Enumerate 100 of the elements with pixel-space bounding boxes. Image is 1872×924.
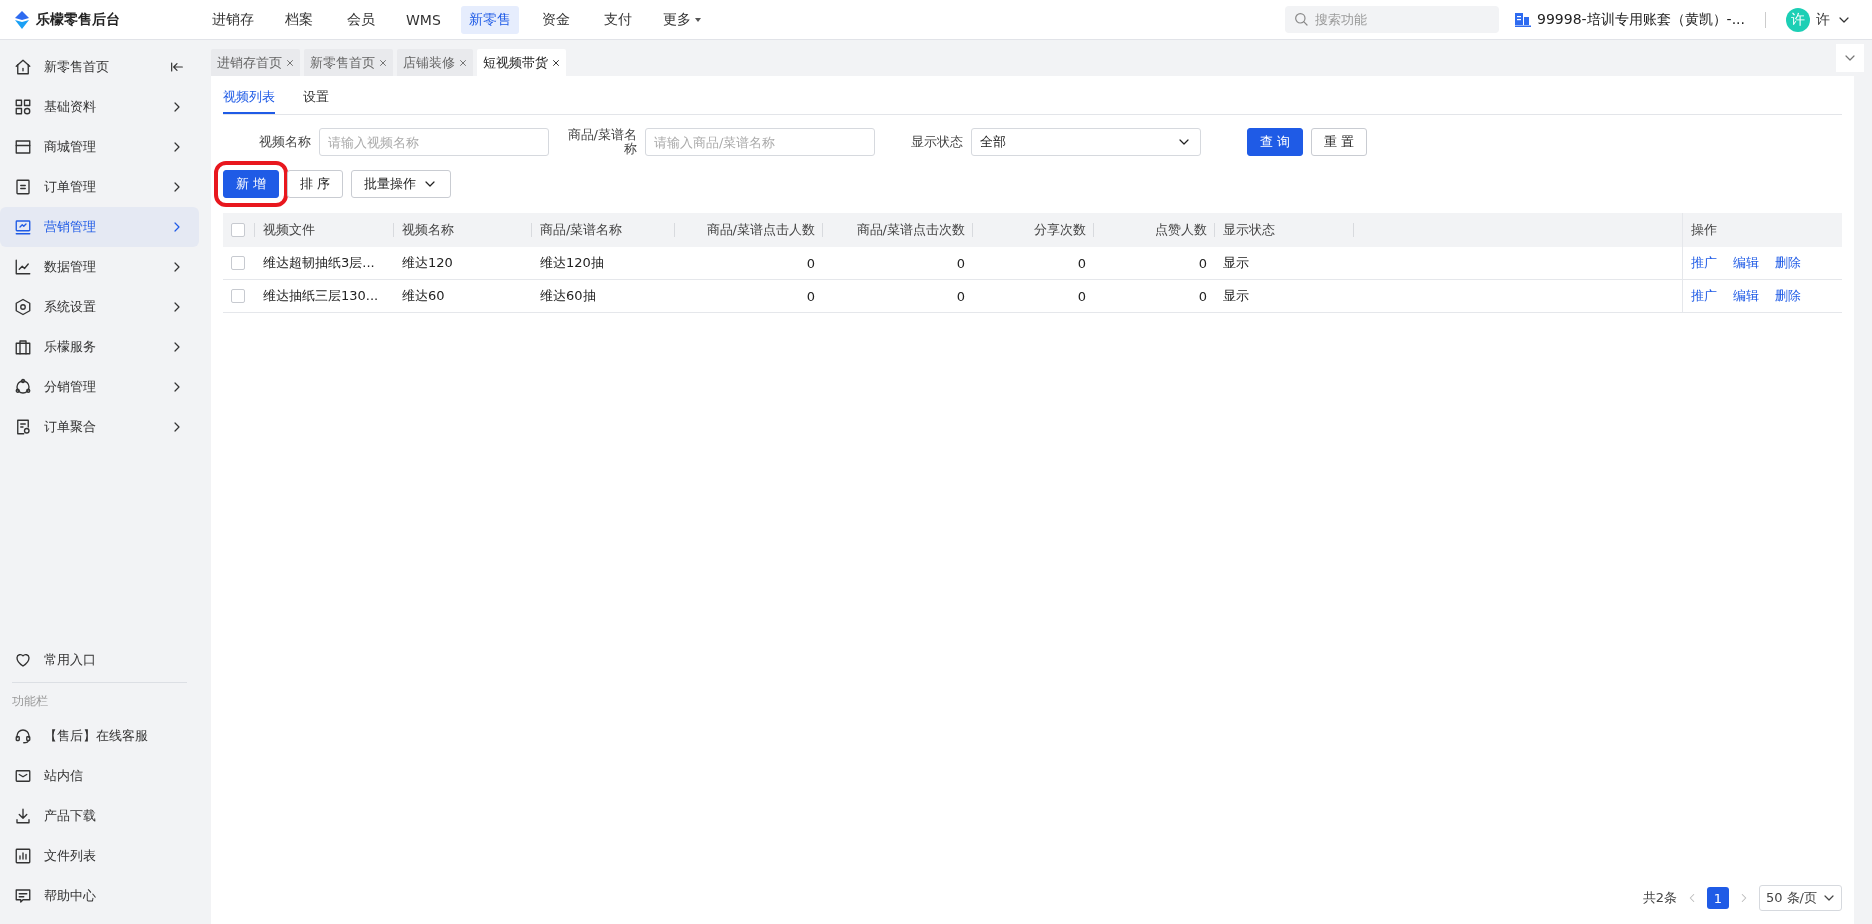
sidebar-item[interactable]: 乐檬服务 [0, 327, 199, 367]
sidebar-tool[interactable]: 站内信 [0, 756, 199, 796]
nav-tab[interactable]: 会员 [336, 5, 386, 34]
page-tab[interactable]: 店铺装修 [397, 49, 473, 76]
sidebar-item[interactable]: 订单聚合 [0, 407, 199, 447]
logo-icon [14, 10, 30, 29]
sidebar-tool[interactable]: 产品下载 [0, 796, 199, 836]
row-checkbox[interactable] [231, 256, 245, 270]
status-select[interactable]: 全部 [971, 128, 1201, 156]
table-cell: 维达120抽 [540, 254, 604, 272]
page-tab[interactable]: 新零售首页 [304, 49, 393, 76]
filter-input[interactable]: 请输入视频名称 [319, 128, 549, 156]
action-link[interactable]: 删除 [1775, 287, 1801, 305]
page-button[interactable]: 1 [1706, 887, 1729, 909]
shop-icon [14, 138, 32, 156]
column-header: 视频名称 [402, 221, 454, 239]
monitor-icon [14, 218, 32, 236]
total-count: 共2条 [1642, 889, 1677, 907]
page-tab[interactable]: 进销存首页 [211, 49, 300, 76]
document-gear-icon [14, 418, 32, 436]
grid-icon [14, 98, 32, 116]
select-all-checkbox[interactable] [231, 223, 245, 237]
house-icon [14, 58, 32, 76]
table-cell: 维达抽纸三层130... [263, 287, 379, 305]
nav-tab[interactable]: 支付 [592, 5, 643, 34]
batch-button[interactable]: 批量操作 [351, 170, 452, 198]
headset-icon [14, 727, 32, 745]
sub-tab[interactable]: 设置 [303, 88, 329, 114]
column-header: 商品/菜谱点击人数 [706, 221, 815, 239]
sidebar-tool[interactable]: 帮助中心 [0, 876, 199, 916]
column-header: 点赞人数 [1155, 221, 1207, 239]
mail-icon [14, 767, 32, 785]
reset-button[interactable]: 重 置 [1311, 128, 1368, 156]
action-link[interactable]: 删除 [1775, 254, 1801, 272]
nav-tab[interactable]: 新零售 [460, 5, 519, 34]
heart-icon [14, 651, 32, 669]
filter-label: 显示状态 [910, 134, 964, 150]
section-title: 功能栏 [11, 693, 49, 710]
page-tab[interactable]: 短视频带货 [477, 49, 566, 76]
sort-button[interactable]: 排 序 [287, 170, 344, 198]
bar-chart-icon [14, 847, 32, 865]
nav-tab[interactable]: 档案 [274, 5, 324, 34]
table-cell: 维达120 [402, 254, 453, 272]
action-link[interactable]: 推广 [1691, 254, 1717, 272]
row-checkbox[interactable] [231, 289, 245, 303]
table-cell: 0 [1198, 255, 1207, 271]
book-icon [1515, 12, 1531, 27]
briefcase-icon [14, 338, 32, 356]
sidebar-item[interactable]: 营销管理 [0, 207, 199, 247]
filter-label: 商品/菜谱名称 [566, 127, 638, 157]
user-name[interactable]: 许 [1816, 10, 1830, 29]
tabs-menu-button[interactable] [1836, 44, 1864, 72]
column-header: 显示状态 [1223, 221, 1275, 239]
table-cell: 0 [1077, 288, 1086, 304]
search-field[interactable]: 搜索功能 [1285, 6, 1499, 33]
table-cell: 维达60 [402, 287, 445, 305]
account-name[interactable]: 99998-培训专用账套（黄凯）-... [1537, 10, 1745, 29]
more-menu[interactable]: 更多 [654, 5, 711, 34]
line-chart-icon [14, 258, 32, 276]
filter-label: 视频名称 [258, 134, 312, 150]
column-header: 分享次数 [1034, 221, 1086, 239]
sidebar-item[interactable]: 订单管理 [0, 167, 199, 207]
table-cell: 维达超韧抽纸3层... [263, 254, 375, 272]
collapse-icon [169, 59, 185, 75]
sidebar-item[interactable]: 商城管理 [0, 127, 199, 167]
column-header: 商品/菜谱名称 [540, 221, 623, 239]
nav-tab[interactable]: 进销存 [204, 5, 262, 34]
column-header: 视频文件 [263, 221, 315, 239]
table-cell: 0 [806, 288, 815, 304]
action-link[interactable]: 编辑 [1733, 254, 1759, 272]
sidebar-tool[interactable]: 文件列表 [0, 836, 199, 876]
table-cell: 显示 [1223, 287, 1249, 305]
column-header: 操作 [1691, 221, 1717, 239]
action-link[interactable]: 编辑 [1733, 287, 1759, 305]
table-cell: 显示 [1223, 254, 1249, 272]
table-cell: 0 [956, 288, 965, 304]
table-cell: 0 [1198, 288, 1207, 304]
download-icon [14, 807, 32, 825]
app-title: 乐檬零售后台 [36, 10, 120, 29]
sub-tab[interactable]: 视频列表 [223, 88, 275, 114]
table-cell: 0 [806, 255, 815, 271]
nav-tab[interactable]: WMS [398, 6, 449, 33]
sidebar-item[interactable]: 新零售首页 [0, 47, 199, 87]
action-link[interactable]: 推广 [1691, 287, 1717, 305]
message-icon [14, 887, 32, 905]
page-size-select[interactable]: 50 条/页 [1758, 885, 1842, 911]
document-icon [14, 178, 32, 196]
sidebar-item[interactable]: 分销管理 [0, 367, 199, 407]
column-header: 商品/菜谱点击次数 [856, 221, 965, 239]
hexagon-gear-icon [14, 298, 32, 316]
sidebar-item[interactable]: 系统设置 [0, 287, 199, 327]
sidebar-item[interactable]: 基础资料 [0, 87, 199, 127]
query-button[interactable]: 查 询 [1247, 128, 1304, 156]
filter-input[interactable]: 请输入商品/菜谱名称 [645, 128, 875, 156]
favorites-item[interactable]: 常用入口 [0, 640, 199, 680]
table-cell: 0 [956, 255, 965, 271]
sidebar-tool[interactable]: 【售后】在线客服 [0, 716, 199, 756]
table-cell: 0 [1077, 255, 1086, 271]
sidebar-item[interactable]: 数据管理 [0, 247, 199, 287]
nav-tab[interactable]: 资金 [530, 5, 581, 34]
